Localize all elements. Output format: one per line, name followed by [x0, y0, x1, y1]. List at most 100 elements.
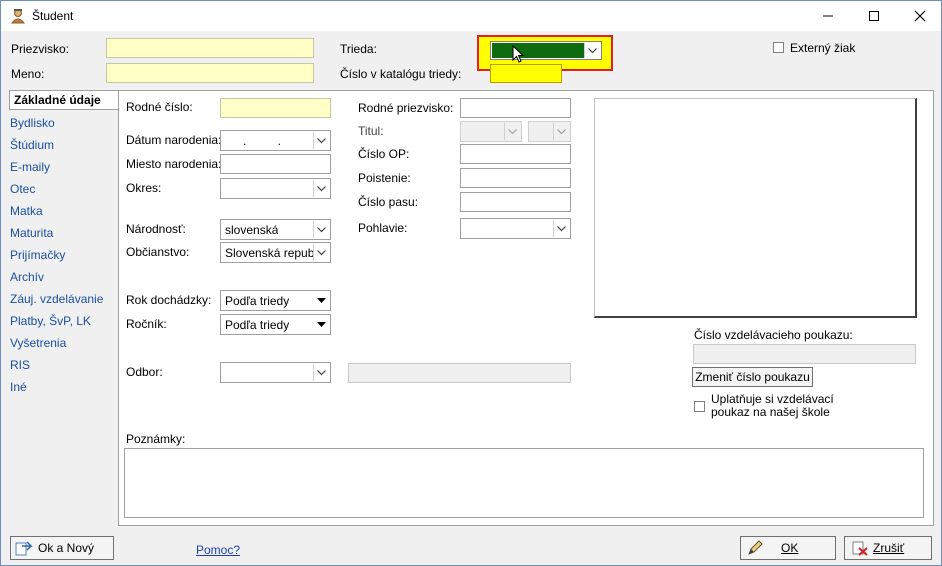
poznamky-label: Poznámky: — [126, 432, 186, 446]
rodne-priezvisko-input[interactable] — [460, 98, 571, 118]
maximize-button[interactable] — [851, 1, 897, 31]
priezvisko-label: Priezvisko: — [11, 42, 70, 56]
titul-pred-select[interactable] — [460, 121, 522, 142]
obcianstvo-value: Slovenská republ — [225, 246, 315, 260]
titul-za-select[interactable] — [528, 121, 571, 142]
edit-pencil-icon — [748, 540, 763, 555]
ok-a-novy-label: Ok a Nový — [38, 541, 95, 555]
pomoc-link[interactable]: Pomoc? — [196, 543, 240, 557]
odbor-select[interactable] — [220, 362, 331, 383]
miesto-label: Miesto narodenia: — [126, 157, 222, 171]
student-icon — [10, 9, 26, 24]
nav-item-ine[interactable]: Iné — [10, 380, 27, 394]
poistenie-input[interactable] — [460, 168, 571, 188]
cislo-op-label: Číslo OP: — [358, 147, 410, 161]
nav-item-maturita[interactable]: Maturita — [10, 226, 53, 240]
cislo-op-input[interactable] — [460, 144, 571, 164]
odbor-detail-field — [348, 363, 571, 383]
trieda-selected-value — [492, 43, 585, 58]
nav-item-prijimacky[interactable]: Prijímačky — [10, 248, 65, 262]
nav-item-zauj-vzdelavanie[interactable]: Záuj. vzdelávanie — [10, 292, 103, 306]
okres-select[interactable] — [220, 178, 331, 199]
datum-value: . . — [243, 134, 296, 148]
ok-a-novy-button[interactable]: Ok a Nový — [10, 536, 114, 560]
datum-dropdown-arrow[interactable] — [313, 132, 329, 149]
nav-item-bydlisko[interactable]: Bydlisko — [10, 116, 55, 130]
new-document-icon — [15, 541, 33, 556]
nav-item-vysetrenia[interactable]: Vyšetrenia — [10, 336, 66, 350]
rocnik-dropdown-arrow[interactable] — [313, 316, 329, 333]
cislo-katalog-input[interactable] — [490, 64, 562, 83]
chevron-down-icon — [317, 185, 326, 191]
window-title: Študent — [32, 9, 74, 23]
triangle-down-icon — [316, 297, 326, 303]
titul-za-dropdown-arrow[interactable] — [553, 123, 569, 140]
student-window: Študent Priezvisko: Meno: Trieda: Číslo … — [0, 0, 942, 566]
rodne-cislo-input[interactable] — [220, 98, 331, 118]
chevron-down-icon — [557, 128, 566, 134]
narodnost-label: Národnosť: — [126, 222, 186, 236]
zmenit-poukaz-label: Zmeniť číslo poukazu — [695, 370, 810, 384]
narodnost-value: slovenská — [225, 223, 279, 237]
titul-pred-dropdown-arrow[interactable] — [504, 123, 520, 140]
maximize-icon — [869, 11, 879, 21]
cislo-katalog-label: Číslo v katalógu triedy: — [340, 67, 462, 81]
cancel-icon — [852, 541, 868, 556]
rok-dochadzky-label: Rok dochádzky: — [126, 293, 212, 307]
obcianstvo-select[interactable]: Slovenská republ — [220, 242, 331, 263]
nav-item-zakladne-udaje[interactable]: Základné údaje — [9, 90, 119, 110]
uplatnuje-checkbox[interactable] — [694, 401, 705, 412]
okres-dropdown-arrow[interactable] — [313, 180, 329, 197]
trieda-select[interactable] — [490, 41, 602, 60]
zrusit-button[interactable]: Zrušiť — [844, 536, 932, 560]
minimize-button[interactable] — [805, 1, 851, 31]
pohlavie-label: Pohlavie: — [358, 221, 408, 235]
externy-checkbox[interactable] — [773, 42, 784, 53]
trieda-dropdown-arrow[interactable] — [584, 43, 600, 58]
titul-label: Titul: — [358, 124, 384, 138]
poistenie-label: Poistenie: — [358, 171, 411, 185]
meno-label: Meno: — [11, 67, 45, 81]
ok-button[interactable]: OK — [740, 536, 836, 560]
miesto-narodenia-input[interactable] — [220, 154, 331, 174]
cislo-pasu-label: Číslo pasu: — [358, 195, 419, 209]
chevron-down-icon — [317, 249, 326, 255]
uplatnuje-label: Uplatňuje si vzdelávací poukaz na našej … — [711, 393, 834, 419]
mouse-cursor-icon — [512, 45, 525, 63]
nav-item-matka[interactable]: Matka — [10, 204, 43, 218]
rodne-cislo-label: Rodné číslo: — [126, 100, 193, 114]
nav-item-studium[interactable]: Štúdium — [10, 138, 54, 152]
poznamky-textarea[interactable] — [124, 448, 924, 518]
meno-input[interactable] — [106, 63, 314, 83]
photo-box[interactable] — [594, 98, 917, 318]
nav-item-otec[interactable]: Otec — [10, 182, 35, 196]
rok-dochadzky-dropdown-arrow[interactable] — [313, 292, 329, 309]
priezvisko-input[interactable] — [106, 38, 314, 58]
nav-item-archiv[interactable]: Archív — [10, 270, 44, 284]
rok-dochadzky-value: Podľa triedy — [225, 294, 290, 308]
nav-item-platby[interactable]: Platby, ŠvP, LK — [10, 314, 91, 328]
datum-narodenia-picker[interactable]: . . — [220, 130, 331, 151]
uplatnuje-line2: poukaz na našej škole — [711, 405, 830, 419]
pohlavie-dropdown-arrow[interactable] — [553, 220, 569, 237]
narodnost-select[interactable]: slovenská — [220, 219, 331, 240]
poukaz-input — [693, 344, 916, 364]
rocnik-select[interactable]: Podľa triedy — [220, 314, 331, 335]
chevron-down-icon — [557, 225, 566, 231]
narodnost-dropdown-arrow[interactable] — [313, 221, 329, 238]
odbor-label: Odbor: — [126, 365, 163, 379]
rok-dochadzky-select[interactable]: Podľa triedy — [220, 290, 331, 311]
zmenit-poukaz-button[interactable]: Zmeniť číslo poukazu — [692, 367, 813, 387]
cislo-pasu-input[interactable] — [460, 192, 571, 212]
nav-item-emaily[interactable]: E-maily — [10, 160, 50, 174]
close-button[interactable] — [897, 1, 942, 31]
zrusit-label: Zrušiť — [873, 541, 905, 555]
pohlavie-select[interactable] — [460, 218, 571, 239]
poukaz-label: Číslo vzdelávacieho poukazu: — [694, 328, 853, 342]
title-bar: Študent — [1, 1, 941, 31]
obcianstvo-dropdown-arrow[interactable] — [313, 244, 329, 261]
chevron-down-icon — [317, 137, 326, 143]
odbor-dropdown-arrow[interactable] — [313, 364, 329, 381]
nav-item-ris[interactable]: RIS — [10, 358, 30, 372]
chevron-down-icon — [508, 128, 517, 134]
